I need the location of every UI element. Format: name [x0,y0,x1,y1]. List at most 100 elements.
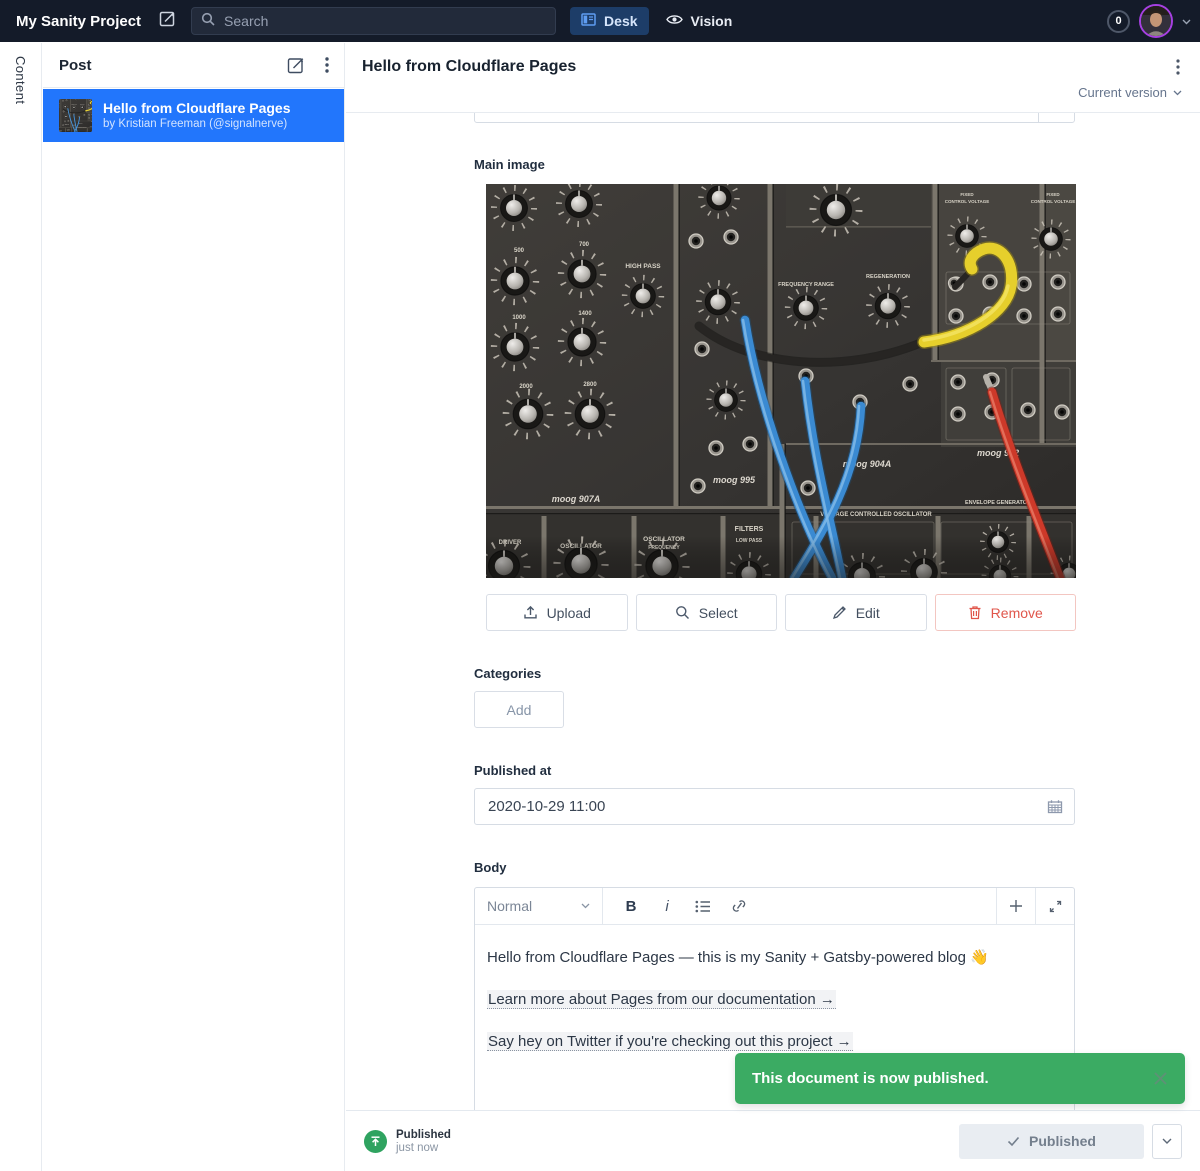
toast-message: This document is now published. [752,1070,1153,1087]
new-document-button[interactable] [159,10,176,32]
svg-text:1400: 1400 [578,311,592,317]
search-bar[interactable] [191,7,556,35]
svg-text:REGENERATION: REGENERATION [866,274,910,280]
published-at-input[interactable] [486,797,1047,816]
svg-text:ENVELOPE GENERATOR: ENVELOPE GENERATOR [965,500,1031,506]
svg-text:HIGH PASS: HIGH PASS [625,263,661,270]
chevron-down-icon [1173,90,1182,96]
tab-content[interactable]: Content [13,56,28,1171]
tab-desk[interactable]: Desk [570,7,648,35]
edit-label: Edit [856,605,880,621]
tab-vision[interactable]: Vision [666,7,733,35]
svg-text:1000: 1000 [512,315,526,321]
editor-toolbar: Normal B i [475,888,1074,925]
edit-button[interactable]: Edit [785,594,927,631]
fullscreen-button[interactable] [1035,888,1074,924]
body-paragraph: Hello from Cloudflare Pages — this is my… [487,947,1062,968]
style-select-value: Normal [487,898,581,914]
categories-label: Categories [474,666,1075,681]
svg-text:FIXED: FIXED [960,192,974,197]
publish-toast: This document is now published. [735,1053,1185,1104]
add-label: Add [507,702,532,718]
svg-text:CONTROL VOLTAGE: CONTROL VOLTAGE [1031,199,1076,204]
bold-button[interactable]: B [613,888,649,924]
pane-title: Post [59,57,267,74]
footer-actions: Published [959,1124,1182,1159]
style-select[interactable]: Normal [475,888,603,924]
list-item-post[interactable]: Hello from Cloudflare Pages by Kristian … [43,89,344,142]
publish-status-time: just now [396,1142,451,1155]
format-buttons: B i [603,888,757,924]
document-list-pane: Post Hello from Cloudflare Pages by Kris… [43,43,345,1171]
body-link-twitter[interactable]: Say hey on Twitter if you're checking ou… [487,1032,853,1051]
tab-vision-label: Vision [691,13,733,29]
slug-generate-divider [1038,113,1039,122]
main-image[interactable]: 500 700 1000 1400 2000 2800 HIGH PASS FR… [486,184,1076,578]
italic-button[interactable]: i [649,888,685,924]
bullet-list-button[interactable] [685,888,721,924]
document-title: Hello from Cloudflare Pages [362,58,1170,76]
close-icon[interactable] [1153,1071,1168,1086]
select-label: Select [699,605,738,621]
svg-text:FREQUENCY RANGE: FREQUENCY RANGE [778,282,834,288]
expand-icon [1049,900,1062,913]
publish-status-label: Published [396,1128,451,1142]
link-button[interactable] [721,888,757,924]
chevron-down-icon [1162,1138,1172,1145]
publish-menu-button[interactable] [1152,1124,1182,1159]
insert-block-button[interactable] [996,888,1035,924]
publish-status: Published just now [396,1128,451,1155]
calendar-icon[interactable] [1047,799,1063,814]
sanity-studio-app: My Sanity Project Desk Vision 0 [0,0,1200,1171]
toolbar-spacer [757,888,996,924]
published-at-label: Published at [474,763,1075,778]
notification-badge[interactable]: 0 [1107,10,1130,33]
search-input[interactable] [222,12,546,30]
svg-text:2800: 2800 [583,382,597,388]
top-bar: My Sanity Project Desk Vision 0 [0,0,1200,42]
body-label: Body [474,860,1075,875]
post-item-subtitle: by Kristian Freeman (@signalnerve) [103,117,290,131]
document-menu-button[interactable] [1170,57,1186,77]
avatar[interactable] [1139,4,1173,38]
create-post-button[interactable] [287,56,305,74]
plus-icon [1009,899,1023,913]
eye-icon [666,13,683,29]
version-selector[interactable]: Current version [346,77,1200,112]
document-form: Main image [346,113,1200,1110]
check-icon [1007,1136,1020,1147]
remove-label: Remove [991,605,1043,621]
remove-button[interactable]: Remove [935,594,1077,631]
svg-text:700: 700 [579,242,590,248]
pencil-icon [832,605,847,620]
slug-field-cutoff[interactable] [474,113,1075,123]
upload-icon [523,605,538,620]
upload-button[interactable]: Upload [486,594,628,631]
link-icon [731,899,747,913]
svg-text:2000: 2000 [519,384,533,390]
version-label: Current version [1078,85,1167,100]
chevron-down-icon [581,903,590,909]
document-header: Hello from Cloudflare Pages Current vers… [346,43,1200,113]
publish-button-label: Published [1029,1133,1096,1149]
svg-text:FILTERS: FILTERS [735,526,764,533]
image-actions: Upload Select Edit Remove [486,594,1076,631]
post-item-text: Hello from Cloudflare Pages by Kristian … [103,100,290,131]
svg-text:moog 907A: moog 907A [552,494,601,504]
select-button[interactable]: Select [636,594,778,631]
trash-icon [968,605,982,620]
tab-desk-label: Desk [604,13,637,29]
svg-text:CONTROL VOLTAGE: CONTROL VOLTAGE [945,199,990,204]
pane-menu-button[interactable] [325,57,329,73]
svg-text:500: 500 [514,248,525,254]
account-chevron-icon[interactable] [1182,12,1191,30]
editor-content[interactable]: Hello from Cloudflare Pages — this is my… [475,925,1074,1073]
compose-icon [159,10,176,32]
content-rail: Content [0,43,42,1171]
main-image-label: Main image [474,157,1075,172]
add-category-button[interactable]: Add [474,691,564,728]
project-title: My Sanity Project [16,13,141,30]
publish-button[interactable]: Published [959,1124,1144,1159]
topbar-right: 0 [1107,4,1191,38]
body-link-docs[interactable]: Learn more about Pages from our document… [487,990,836,1009]
